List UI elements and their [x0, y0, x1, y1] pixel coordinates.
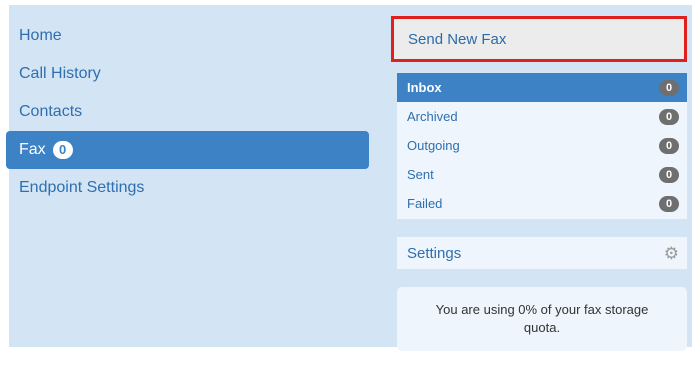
folder-label: Inbox	[407, 80, 442, 95]
nav-item-label: Call History	[19, 65, 101, 82]
quota-text: You are using 0% of your fax storage quo…	[435, 302, 649, 335]
folder-count-badge: 0	[659, 166, 679, 183]
sidebar-nav: Home Call History Contacts Fax 0 Endpoin…	[6, 17, 369, 207]
folder-count-badge: 0	[659, 79, 679, 96]
folder-failed[interactable]: Failed 0	[397, 189, 687, 218]
gear-icon[interactable]: ⚙	[664, 245, 679, 262]
nav-item-endpoint-settings[interactable]: Endpoint Settings	[9, 169, 369, 207]
nav-item-label: Home	[19, 27, 62, 44]
folder-outgoing[interactable]: Outgoing 0	[397, 131, 687, 160]
folder-label: Sent	[407, 167, 434, 182]
folder-sent[interactable]: Sent 0	[397, 160, 687, 189]
fax-count-badge: 0	[52, 141, 73, 159]
nav-item-fax[interactable]: Fax 0	[6, 131, 369, 169]
folder-label: Outgoing	[407, 138, 460, 153]
nav-item-label: Endpoint Settings	[19, 179, 145, 196]
nav-item-call-history[interactable]: Call History	[9, 55, 369, 93]
fax-folder-list: Inbox 0 Archived 0 Outgoing 0 Sent 0 Fai…	[397, 73, 687, 219]
nav-item-label: Fax	[19, 141, 46, 158]
folder-count-badge: 0	[659, 137, 679, 154]
send-new-fax-label: Send New Fax	[408, 30, 507, 48]
folder-archived[interactable]: Archived 0	[397, 102, 687, 131]
folder-count-badge: 0	[659, 108, 679, 125]
folder-inbox[interactable]: Inbox 0	[397, 73, 687, 102]
send-new-fax-button[interactable]: Send New Fax	[391, 16, 687, 62]
nav-item-label: Contacts	[19, 103, 83, 120]
nav-item-contacts[interactable]: Contacts	[9, 93, 369, 131]
fax-page-panel: Home Call History Contacts Fax 0 Endpoin…	[6, 5, 692, 351]
storage-quota-notice: You are using 0% of your fax storage quo…	[397, 287, 687, 351]
fax-settings-button[interactable]: Settings ⚙	[397, 237, 687, 269]
folder-label: Archived	[407, 109, 458, 124]
nav-item-home[interactable]: Home	[9, 17, 369, 55]
folder-label: Failed	[407, 196, 443, 211]
folder-count-badge: 0	[659, 195, 679, 212]
settings-label: Settings	[407, 244, 462, 262]
